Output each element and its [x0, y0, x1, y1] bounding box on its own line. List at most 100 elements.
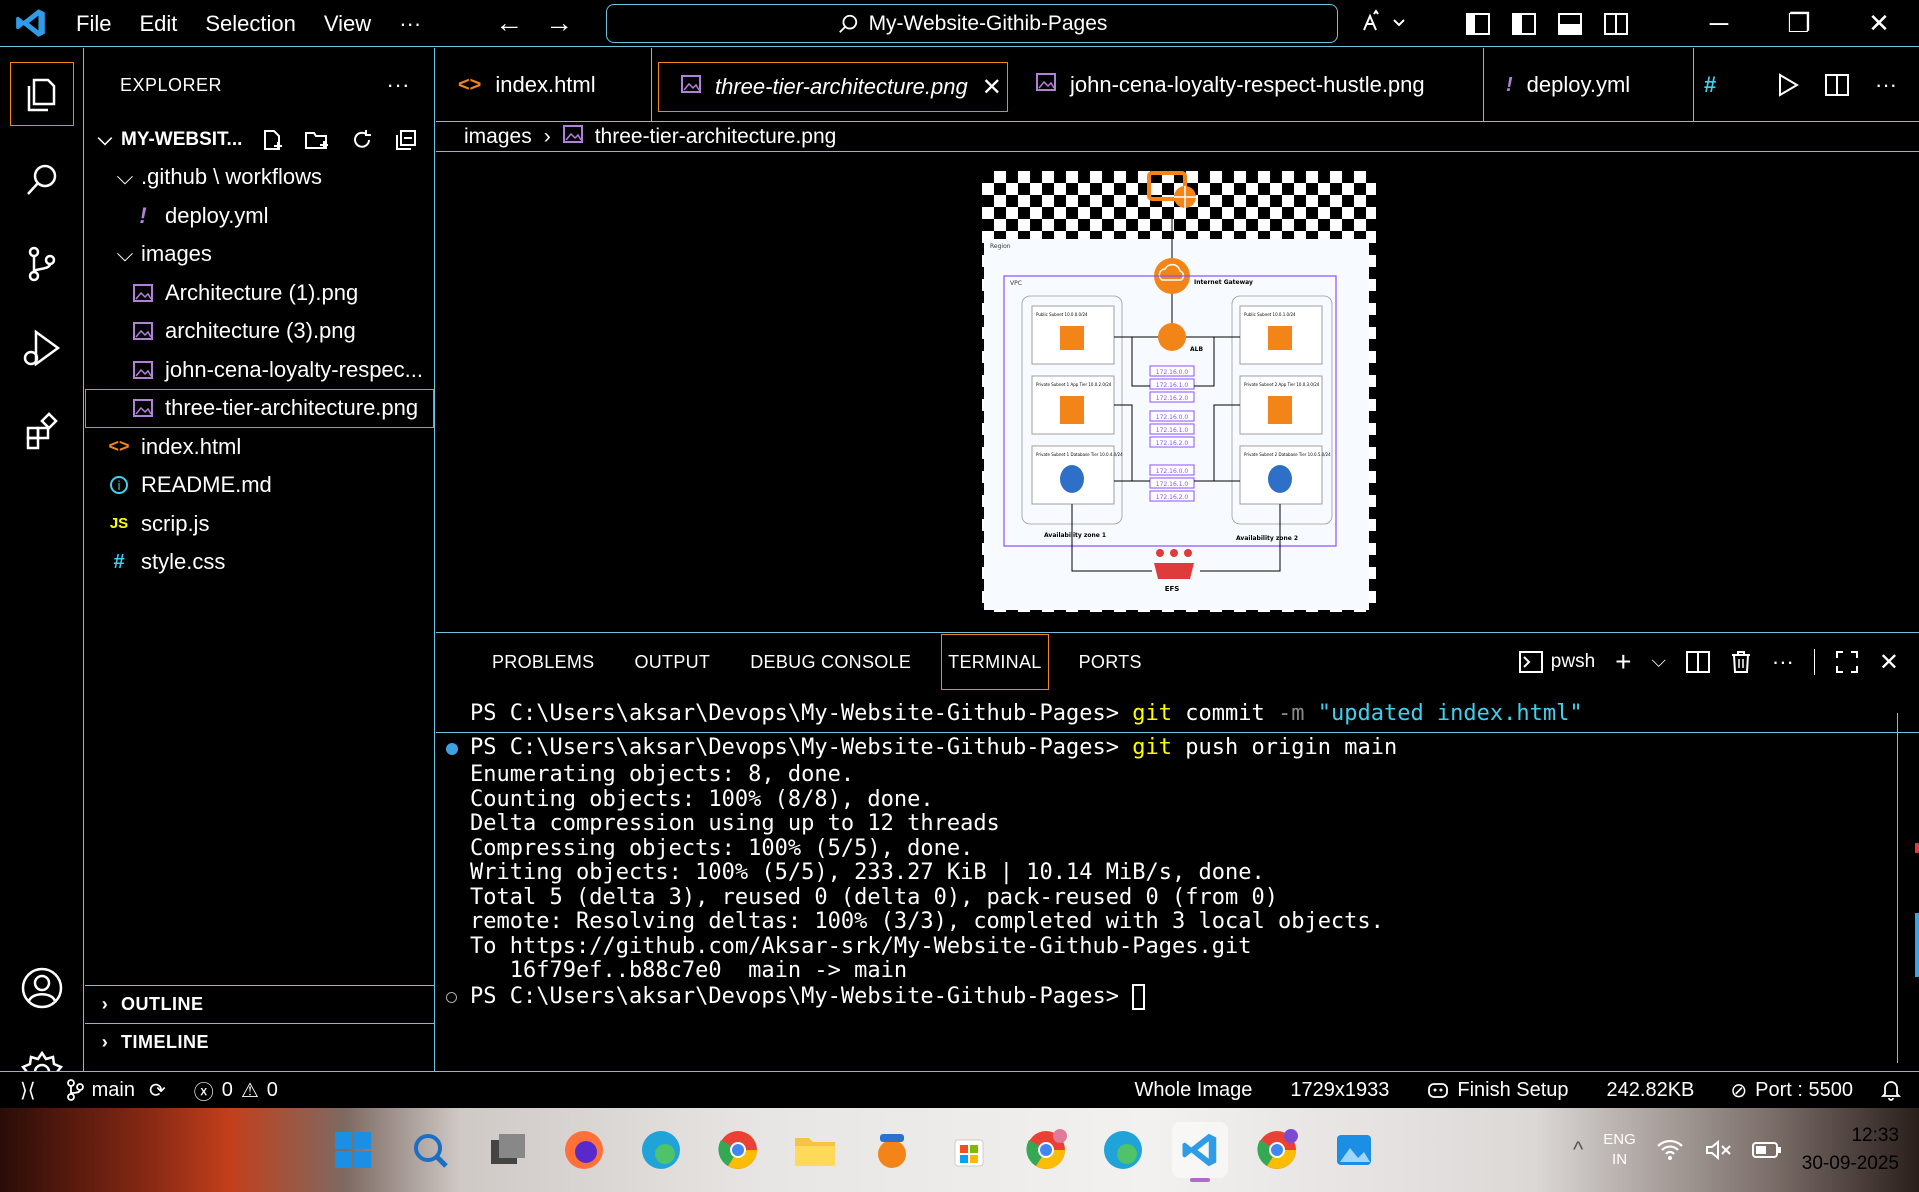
tab-terminal[interactable]: TERMINAL: [941, 634, 1049, 690]
tree-file-three-tier-architecture[interactable]: three-tier-architecture.png: [85, 389, 434, 428]
toggle-primary-sidebar-icon[interactable]: [1501, 0, 1547, 47]
terminal-output[interactable]: PS C:\Users\aksar\Devops\My-Website-Gith…: [436, 699, 1919, 1010]
remote-indicator-icon[interactable]: ⟩⟨: [0, 1078, 52, 1103]
volume-muted-icon[interactable]: [1704, 1138, 1732, 1162]
tab-output[interactable]: OUTPUT: [614, 633, 730, 691]
tree-file-readme[interactable]: i README.md: [85, 466, 434, 505]
scrollbar-thumb[interactable]: [1915, 913, 1919, 977]
battery-icon[interactable]: [1751, 1140, 1782, 1160]
run-file-icon[interactable]: [1777, 73, 1799, 97]
breadcrumb-file[interactable]: three-tier-architecture.png: [595, 125, 837, 149]
menu-view[interactable]: View: [310, 0, 385, 47]
tree-file-style-css[interactable]: # style.css: [85, 543, 434, 582]
tab-john-cena[interactable]: john-cena-loyalty-respect-hustle.png: [1014, 48, 1484, 122]
language-indicator[interactable]: ENG IN: [1603, 1130, 1636, 1170]
tab-three-tier-architecture[interactable]: three-tier-architecture.png ✕: [658, 62, 1008, 112]
photos-icon[interactable]: [1326, 1122, 1382, 1178]
problems-indicator[interactable]: ⓧ 0 ⚠ 0: [180, 1076, 292, 1105]
chrome-icon[interactable]: [710, 1122, 766, 1178]
minimize-icon[interactable]: ─: [1679, 0, 1759, 47]
terminal-scrollbar[interactable]: [1897, 713, 1919, 1063]
toggle-secondary-sidebar-icon[interactable]: [1593, 0, 1639, 47]
tree-file-architecture-3[interactable]: architecture (3).png: [85, 312, 434, 351]
toggle-sidebar-icon[interactable]: [1455, 0, 1501, 47]
menu-selection[interactable]: Selection: [191, 0, 310, 47]
file-explorer-icon[interactable]: [787, 1122, 843, 1178]
tree-folder-images[interactable]: ⌵ images: [85, 235, 434, 274]
sync-icon[interactable]: ⟳: [149, 1078, 166, 1103]
maximize-panel-icon[interactable]: [1835, 650, 1859, 674]
command-center-search[interactable]: My-Website-Githib-Pages: [606, 4, 1338, 43]
collapse-all-icon[interactable]: [394, 128, 418, 152]
timeline-section[interactable]: › TIMELINE: [85, 1023, 434, 1061]
copilot-icon[interactable]: [1360, 8, 1410, 43]
tree-item-label: deploy.yml: [165, 202, 269, 228]
tab-debug-console[interactable]: DEBUG CONSOLE: [730, 633, 931, 691]
windows-start-icon[interactable]: [325, 1122, 381, 1178]
new-terminal-icon[interactable]: +: [1615, 646, 1631, 678]
more-actions-icon[interactable]: ···: [1875, 72, 1897, 98]
microsoft-store-icon[interactable]: [941, 1122, 997, 1178]
tree-file-john-cena[interactable]: john-cena-loyalty-respec...: [85, 351, 434, 390]
workspace-folder[interactable]: ⌵ MY-WEBSIT...: [85, 122, 434, 158]
chevron-down-icon[interactable]: ⌵: [1652, 651, 1666, 673]
split-editor-icon[interactable]: [1825, 74, 1850, 96]
more-actions-icon[interactable]: ···: [1772, 649, 1794, 675]
notifications-bell-icon[interactable]: [1867, 1079, 1919, 1101]
source-control-icon[interactable]: [0, 222, 84, 306]
tree-file-architecture-1[interactable]: Architecture (1).png: [85, 274, 434, 313]
architecture-diagram-image[interactable]: Region Internet Gateway VPC Availability…: [982, 171, 1376, 612]
close-tab-icon[interactable]: ✕: [982, 73, 1002, 102]
tree-file-scrip-js[interactable]: JS scrip.js: [85, 505, 434, 544]
restore-icon[interactable]: ❐: [1759, 0, 1839, 47]
branch-indicator[interactable]: main ⟳: [52, 1078, 180, 1103]
trash-icon[interactable]: [1730, 650, 1752, 674]
extensions-icon[interactable]: [0, 390, 84, 474]
edge-profile-icon[interactable]: [1095, 1122, 1151, 1178]
tab-index-html[interactable]: <> index.html: [436, 48, 652, 122]
new-file-icon[interactable]: [260, 128, 284, 152]
toggle-panel-icon[interactable]: [1547, 0, 1593, 47]
back-arrow-icon[interactable]: ←: [495, 7, 523, 39]
app-icon[interactable]: [864, 1122, 920, 1178]
chrome-profile-k-icon[interactable]: [1249, 1122, 1305, 1178]
menu-more[interactable]: ···: [385, 0, 435, 47]
live-server-port[interactable]: ⊘ Port : 5500: [1716, 1078, 1867, 1103]
tab-ports[interactable]: PORTS: [1059, 633, 1162, 691]
forward-arrow-icon[interactable]: →: [545, 7, 573, 39]
yaml-file-icon: !: [1506, 73, 1513, 96]
explorer-more-icon[interactable]: ···: [387, 72, 410, 98]
vscode-taskbar-icon[interactable]: [1172, 1122, 1228, 1182]
outline-section[interactable]: › OUTLINE: [85, 985, 434, 1023]
tree-file-index-html[interactable]: <> index.html: [85, 428, 434, 467]
explorer-icon[interactable]: [10, 62, 74, 126]
wifi-icon[interactable]: [1656, 1138, 1684, 1162]
close-panel-icon[interactable]: ✕: [1879, 648, 1899, 677]
terminal-profile[interactable]: pwsh: [1518, 651, 1595, 673]
image-zoom-mode[interactable]: Whole Image: [1121, 1079, 1267, 1102]
tab-overflow-css[interactable]: #: [1694, 48, 1728, 122]
diagram-efs-label: EFS: [1165, 585, 1180, 593]
system-clock[interactable]: 12:33 30-09-2025: [1802, 1122, 1899, 1178]
edge-icon[interactable]: [633, 1122, 689, 1178]
firefox-icon[interactable]: [556, 1122, 612, 1178]
search-icon[interactable]: [0, 138, 84, 222]
chevron-up-icon[interactable]: ^: [1573, 1137, 1583, 1163]
tab-problems[interactable]: PROBLEMS: [472, 633, 614, 691]
tree-file-deploy-yml[interactable]: ! deploy.yml: [85, 197, 434, 236]
refresh-icon[interactable]: [350, 128, 374, 152]
finish-setup-button[interactable]: Finish Setup: [1413, 1079, 1582, 1102]
menu-file[interactable]: File: [62, 0, 125, 47]
task-view-icon[interactable]: [479, 1122, 535, 1178]
menu-edit[interactable]: Edit: [125, 0, 191, 47]
run-debug-icon[interactable]: [0, 306, 84, 390]
close-window-icon[interactable]: ✕: [1839, 0, 1919, 47]
accounts-icon[interactable]: [0, 946, 84, 1030]
new-folder-icon[interactable]: [304, 128, 330, 152]
search-icon[interactable]: [402, 1122, 458, 1178]
chrome-profile-icon[interactable]: [1018, 1122, 1074, 1178]
breadcrumb-folder[interactable]: images: [464, 125, 532, 149]
tab-deploy-yml[interactable]: ! deploy.yml: [1484, 48, 1694, 122]
tree-folder-github-workflows[interactable]: ⌵ .github \ workflows: [85, 158, 434, 197]
split-terminal-icon[interactable]: [1685, 651, 1710, 673]
